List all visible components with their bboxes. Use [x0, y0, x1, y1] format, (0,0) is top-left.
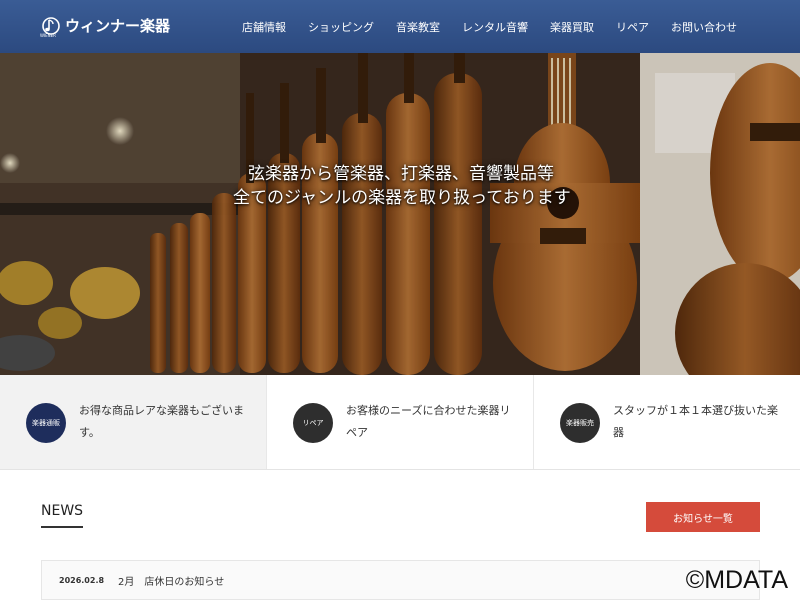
news-heading: NEWS [41, 503, 84, 519]
feature-repair-text: お客様のニーズに合わせた楽器リ ペア [346, 400, 510, 444]
news-heading-underline [41, 526, 83, 528]
news-title: 2月 店休日のお知らせ [118, 576, 225, 588]
news-list: 2026.02.8 2月 店休日のお知らせ [41, 560, 760, 600]
hero-image [0, 53, 800, 375]
feature-repair[interactable]: リペア お客様のニーズに合わせた楽器リ ペア [267, 375, 534, 469]
nav-rental-audio[interactable]: レンタル音響 [451, 19, 539, 35]
hero-banner: 弦楽器から管楽器、打楽器、音響製品等 全てのジャンルの楽器を取り扱っております [0, 53, 800, 375]
news-item[interactable]: 2026.02.8 2月 店休日のお知らせ [42, 561, 224, 599]
sales-badge: 楽器販売 [560, 403, 600, 443]
nav-store-info[interactable]: 店舗情報 [231, 19, 297, 35]
nav-shopping[interactable]: ショッピング [297, 19, 385, 35]
feature-mail-order-text-line1: お得な商品レアな楽器もございま [79, 404, 244, 417]
feature-sales-text-line1: スタッフが１本１本選び抜いた楽 [613, 404, 778, 417]
feature-mail-order-text: お得な商品レアな楽器もございま す。 [79, 400, 244, 444]
hero-headline-line2: 全てのジャンルの楽器を取り扱っております [233, 188, 571, 208]
nav-contact[interactable]: お問い合わせ [660, 19, 748, 35]
feature-mail-order[interactable]: 楽器通販 お得な商品レアな楽器もございま す。 [0, 375, 267, 469]
feature-repair-text-line2: ペア [346, 426, 368, 439]
feature-sales-text-line2: 器 [613, 426, 624, 439]
nav-repair[interactable]: リペア [605, 19, 660, 35]
feature-sales[interactable]: 楽器販売 スタッフが１本１本選び抜いた楽 器 [534, 375, 800, 469]
news-list-button[interactable]: お知らせ一覧 [646, 502, 760, 532]
news-date: 2026.02.8 [59, 575, 105, 585]
main-nav: 店舗情報 ショッピング 音楽教室 レンタル音響 楽器買取 リペア お問い合わせ [231, 0, 748, 53]
site-logo[interactable]: WIENER ウィンナー楽器 [40, 14, 171, 39]
site-header: WIENER ウィンナー楽器 店舗情報 ショッピング 音楽教室 レンタル音響 楽… [0, 0, 800, 53]
music-note-icon: WIENER [40, 14, 62, 38]
watermark: ©MDATA [685, 566, 788, 594]
logo-subtext: WIENER [40, 33, 56, 38]
nav-buyback[interactable]: 楽器買取 [539, 19, 605, 35]
mail-order-badge: 楽器通販 [26, 403, 66, 443]
nav-music-school[interactable]: 音楽教室 [385, 19, 451, 35]
feature-repair-text-line1: お客様のニーズに合わせた楽器リ [346, 404, 511, 417]
hero-headline-line1: 弦楽器から管楽器、打楽器、音響製品等 [248, 164, 554, 184]
feature-strip: 楽器通販 お得な商品レアな楽器もございま す。 リペア お客様のニーズに合わせた… [0, 375, 800, 470]
feature-mail-order-text-line2: す。 [79, 426, 100, 439]
logo-text: ウィンナー楽器 [65, 16, 171, 35]
feature-sales-text: スタッフが１本１本選び抜いた楽 器 [613, 400, 778, 444]
repair-badge: リペア [293, 403, 333, 443]
